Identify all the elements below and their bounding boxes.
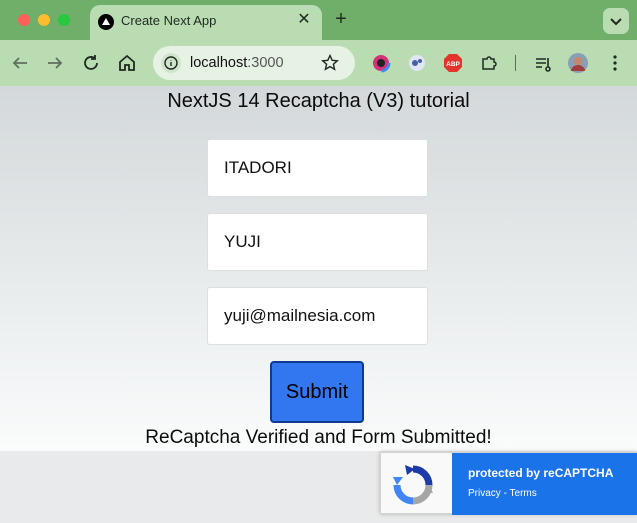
close-window-button[interactable]: [18, 14, 30, 26]
tab-search-button[interactable]: [603, 8, 629, 34]
forward-icon[interactable]: [43, 51, 67, 75]
svg-text:ABP: ABP: [446, 61, 460, 68]
browser-titlebar: Create Next App ✕ +: [0, 0, 637, 40]
url-port: :3000: [247, 55, 284, 71]
email-input[interactable]: [207, 287, 428, 345]
bookmark-star-icon[interactable]: [320, 53, 340, 73]
status-message: ReCaptcha Verified and Form Submitted!: [145, 427, 492, 448]
terms-link[interactable]: Terms: [510, 488, 537, 499]
chevron-down-icon: [610, 18, 622, 26]
url-text: localhost:3000: [190, 55, 284, 71]
url-host: localhost: [190, 55, 248, 71]
tab-close-icon[interactable]: ✕: [294, 10, 314, 30]
home-icon[interactable]: [115, 51, 139, 75]
submit-button[interactable]: Submit: [270, 361, 364, 423]
tab-title: Create Next App: [121, 13, 217, 28]
privacy-link[interactable]: Privacy: [468, 488, 501, 499]
last-name-input[interactable]: [207, 213, 428, 271]
puzzle-icon[interactable]: [479, 53, 499, 73]
browser-tab[interactable]: Create Next App ✕: [90, 5, 322, 40]
recaptcha-protected-label: protected by reCAPTCHA: [468, 466, 614, 480]
more-menu-icon[interactable]: [605, 53, 625, 73]
page-title: NextJS 14 Recaptcha (V3) tutorial: [167, 90, 470, 112]
address-bar[interactable]: localhost:3000: [153, 46, 355, 80]
maximize-window-button[interactable]: [58, 14, 70, 26]
first-name-input[interactable]: [207, 139, 428, 197]
new-tab-button[interactable]: +: [330, 8, 352, 30]
browser-toolbar: localhost:3000 ABP: [0, 40, 637, 86]
adblock-icon[interactable]: ABP: [443, 53, 463, 73]
recaptcha-info-panel: protected by reCAPTCHA Privacy - Terms: [452, 453, 637, 515]
profile-avatar[interactable]: [568, 53, 588, 73]
reload-icon[interactable]: [79, 51, 103, 75]
link-separator: -: [500, 488, 510, 499]
recaptcha-logo-icon: [393, 465, 433, 505]
minimize-window-button[interactable]: [38, 14, 50, 26]
recaptcha-links: Privacy - Terms: [468, 488, 537, 499]
back-icon[interactable]: [8, 51, 32, 75]
recaptcha-badge[interactable]: protected by reCAPTCHA Privacy - Terms: [380, 452, 637, 515]
site-info-icon[interactable]: [161, 53, 181, 73]
reading-list-icon[interactable]: [533, 53, 553, 73]
extension-icon[interactable]: [407, 53, 427, 73]
color-extension-icon[interactable]: [371, 53, 391, 73]
nextjs-favicon-icon: [98, 14, 114, 30]
toolbar-divider: [515, 55, 516, 71]
